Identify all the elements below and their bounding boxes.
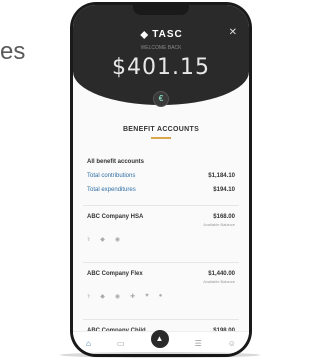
account-name: ABC Company HSA [87,214,144,220]
card-tab-icon[interactable]: ▭ [117,339,125,348]
vision-icon: ◉ [114,237,121,243]
medical-icon: ⚕ [87,294,91,300]
account-icons: ⚕ ◆ ◉ [87,236,120,243]
phone-notch [133,5,189,15]
pharmacy-icon: ✚ [130,294,136,300]
account-amount: $1,440.00 [208,271,235,277]
currency-icon[interactable]: € [153,91,169,107]
contributions-amount: $1,184.10 [208,173,235,179]
logo-text: TASC [152,29,183,40]
docs-tab-icon[interactable]: ☰ [195,339,202,348]
account-amount: $168.00 [213,214,235,220]
logo-mark-icon [140,30,149,39]
section-underline [151,137,171,139]
contributions-label[interactable]: Total contributions [87,173,135,179]
expenditures-row[interactable]: Total expenditures $194.10 [73,183,249,197]
app-screen: TASC ✕ WELCOME BACK $401.15 € BENEFIT AC… [73,5,249,354]
account-flex[interactable]: ABC Company Flex $1,440.00 Available Bal… [73,271,249,311]
profile-tab-icon[interactable]: ☺ [228,339,236,348]
expenditures-label[interactable]: Total expenditures [87,187,136,193]
care-icon: ♥ [145,293,149,299]
misc-icon: ● [158,293,163,299]
phone-frame: TASC ✕ WELCOME BACK $401.15 € BENEFIT AC… [70,2,252,357]
dental-icon: ◆ [100,237,105,243]
balance-amount: $401.15 [112,55,210,80]
account-icons: ⚕ ◆ ◉ ✚ ♥ ● [87,293,162,300]
section-title: BENEFIT ACCOUNTS [122,126,200,133]
dental-icon: ◆ [100,294,105,300]
close-icon[interactable]: ✕ [229,27,237,38]
account-hsa[interactable]: ABC Company HSA $168.00 Available Balanc… [73,214,249,254]
account-note: Available Balance [203,222,235,227]
header-subtitle: WELCOME BACK [140,45,182,51]
all-accounts-label: All benefit accounts [87,159,145,165]
divider [83,319,239,320]
tab-bar: ⌂ ▭ ▲ ☰ ☺ [73,330,249,354]
vision-icon: ◉ [114,294,121,300]
expenditures-amount: $194.10 [213,187,235,193]
accounts-content: All benefit accounts Total contributions… [73,147,249,354]
account-name: ABC Company Flex [87,271,143,277]
divider [83,262,239,263]
center-action-icon[interactable]: ▲ [150,330,169,348]
background-partial-text: es [0,38,26,65]
header-panel: TASC ✕ WELCOME BACK $401.15 [73,5,249,105]
phone-shadow [60,352,260,358]
app-logo: TASC [139,29,182,40]
contributions-row[interactable]: Total contributions $1,184.10 [73,169,249,183]
account-note: Available Balance [203,279,235,284]
home-tab-icon[interactable]: ⌂ [86,339,91,348]
divider [83,205,239,206]
medical-icon: ⚕ [87,237,91,243]
